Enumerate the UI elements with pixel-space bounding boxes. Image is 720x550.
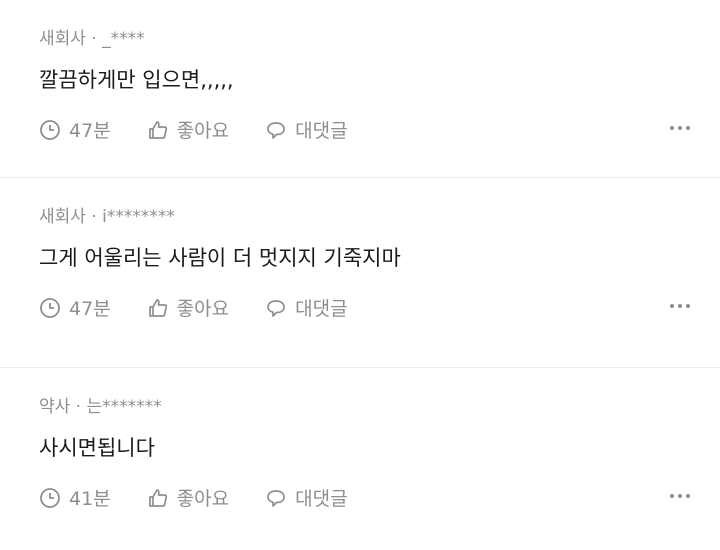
comment-author: 새회사 · i******** [39,207,175,227]
more-dots-icon [670,126,674,130]
comment-list: 새회사 · _**** 깔끔하게만 입으면,,,,, 47분 좋아요 대댓글 새… [0,0,720,550]
thumbs-up-icon [148,488,167,507]
more-options-button[interactable] [670,494,690,498]
comment-author: 새회사 · _**** [39,29,145,49]
comment-actions: 47분 좋아요 대댓글 [39,294,384,321]
timestamp: 41분 [39,484,111,511]
timestamp: 47분 [39,116,111,143]
comment-text: 사시면됩니다 [39,436,155,460]
speech-bubble-icon [267,299,285,317]
timestamp: 47분 [39,294,111,321]
thumbs-up-icon [148,298,167,317]
reply-label: 대댓글 [295,298,348,320]
more-dots-icon [670,304,674,308]
like-label: 좋아요 [176,298,230,320]
timestamp-label: 47분 [69,298,111,320]
thumbs-up-icon [148,120,167,139]
reply-button[interactable]: 대댓글 [265,484,348,511]
comment-item: 새회사 · i******** 그게 어울리는 사람이 더 멋지지 기죽지마 4… [0,178,720,368]
comment-text: 깔끔하게만 입으면,,,,, [39,68,234,92]
like-label: 좋아요 [176,488,230,510]
comment-actions: 41분 좋아요 대댓글 [39,484,384,511]
clock-icon [40,119,60,140]
speech-bubble-icon [267,489,285,507]
more-options-button[interactable] [670,304,690,308]
more-dots-icon [670,494,674,498]
comment-author: 약사 · 는******* [39,397,162,417]
clock-icon [40,487,60,508]
like-label: 좋아요 [176,120,230,142]
comment-text: 그게 어울리는 사람이 더 멋지지 기죽지마 [39,246,401,270]
comment-actions: 47분 좋아요 대댓글 [39,116,384,143]
more-options-button[interactable] [670,126,690,130]
reply-button[interactable]: 대댓글 [265,116,348,143]
comment-item: 약사 · 는******* 사시면됩니다 41분 좋아요 대댓글 [0,368,720,550]
reply-button[interactable]: 대댓글 [265,294,348,321]
timestamp-label: 47분 [69,120,111,142]
timestamp-label: 41분 [69,488,111,510]
like-button[interactable]: 좋아요 [147,116,229,143]
comment-item: 새회사 · _**** 깔끔하게만 입으면,,,,, 47분 좋아요 대댓글 [0,0,720,178]
like-button[interactable]: 좋아요 [147,484,229,511]
like-button[interactable]: 좋아요 [147,294,229,321]
clock-icon [40,297,60,318]
reply-label: 대댓글 [295,120,348,142]
reply-label: 대댓글 [295,488,348,510]
speech-bubble-icon [267,121,285,139]
